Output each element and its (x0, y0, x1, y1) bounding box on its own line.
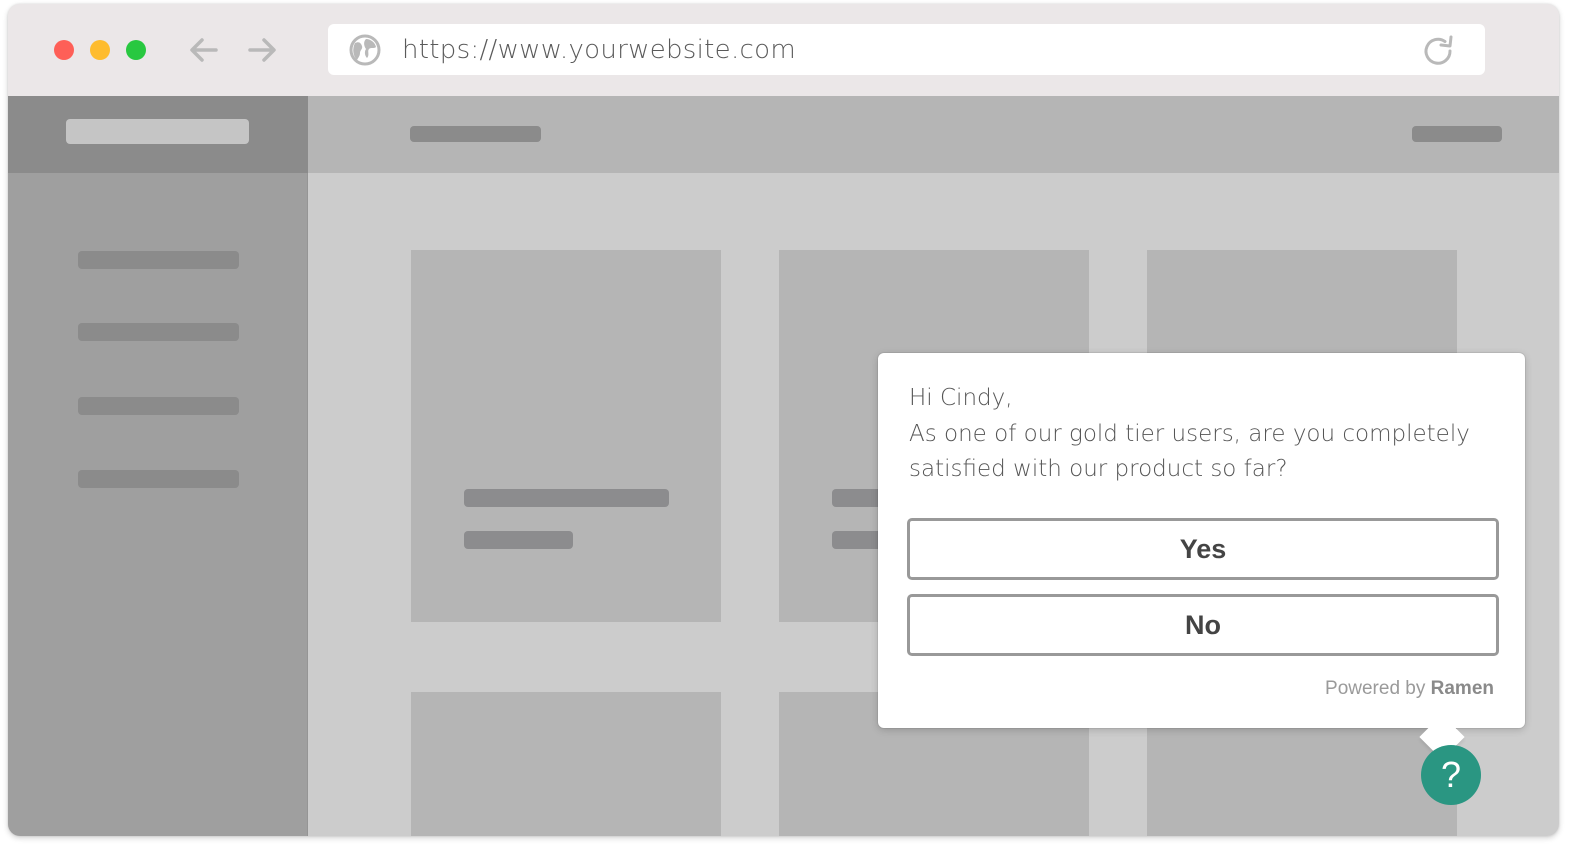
content-card[interactable] (411, 250, 721, 622)
survey-popup: Hi Cindy, As one of our gold tier users,… (878, 353, 1525, 760)
globe-icon (349, 34, 381, 66)
header-title-placeholder (410, 126, 541, 142)
logo-placeholder (66, 119, 249, 144)
content-card[interactable] (411, 692, 721, 836)
sidebar-item-placeholder[interactable] (78, 470, 239, 488)
browser-window: https://www.yourwebsite.com Hi Cindy, As… (8, 4, 1559, 836)
survey-greeting: Hi Cindy, (909, 385, 1013, 411)
sidebar-item-placeholder[interactable] (78, 323, 239, 341)
powered-by: Powered by Ramen (1325, 678, 1494, 700)
forward-button[interactable] (246, 34, 278, 66)
survey-question: As one of our gold tier users, are you c… (909, 421, 1470, 482)
address-bar[interactable]: https://www.yourwebsite.com (328, 24, 1485, 75)
sidebar-item-placeholder[interactable] (78, 397, 239, 415)
help-button[interactable]: ? (1421, 745, 1481, 805)
header-action-placeholder[interactable] (1412, 126, 1502, 142)
card-subtitle-placeholder (464, 531, 573, 549)
browser-titlebar: https://www.yourwebsite.com (8, 4, 1559, 96)
question-mark-icon: ? (1440, 754, 1462, 795)
back-button[interactable] (188, 34, 220, 66)
arrow-left-icon (190, 38, 218, 62)
powered-by-prefix: Powered by (1325, 678, 1431, 699)
reload-icon[interactable] (1421, 34, 1457, 68)
url-text[interactable]: https://www.yourwebsite.com (402, 34, 796, 66)
sidebar (8, 173, 308, 836)
sidebar-item-placeholder[interactable] (78, 251, 239, 269)
minimize-window-button[interactable] (90, 40, 110, 60)
arrow-right-icon (248, 38, 276, 62)
sidebar-header (8, 96, 308, 173)
yes-button[interactable]: Yes (907, 518, 1499, 580)
maximize-window-button[interactable] (126, 40, 146, 60)
close-window-button[interactable] (54, 40, 74, 60)
no-button[interactable]: No (907, 594, 1499, 656)
card-title-placeholder (464, 489, 669, 507)
powered-by-brand[interactable]: Ramen (1431, 678, 1494, 699)
top-header (308, 96, 1559, 173)
